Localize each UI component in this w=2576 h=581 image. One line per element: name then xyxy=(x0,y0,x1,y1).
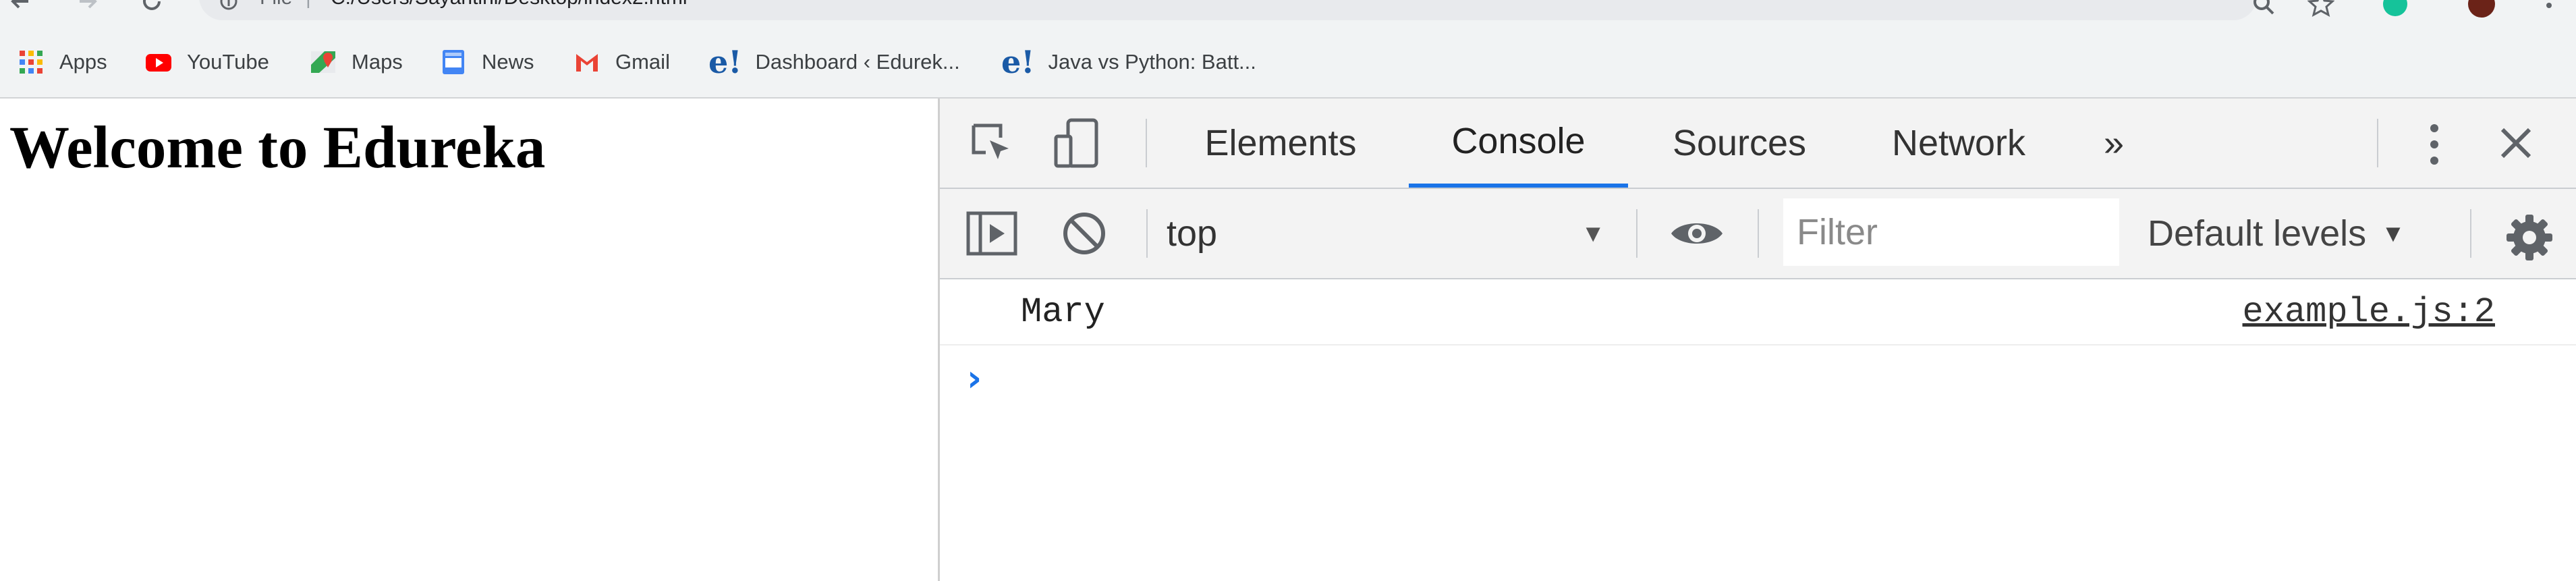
page-heading: Welcome to Edureka xyxy=(9,115,546,181)
maps-icon xyxy=(311,51,335,73)
edureka-icon: e! xyxy=(1001,44,1035,80)
tab-elements[interactable]: Elements xyxy=(1169,99,1392,188)
bookmark-edureka-dashboard[interactable]: e! Dashboard ‹ Edurek... xyxy=(708,27,960,97)
device-toolbar-icon[interactable] xyxy=(1053,117,1100,169)
edureka-icon: e! xyxy=(708,44,742,80)
omnibox[interactable]: File | C:/Users/Sayantini/Desktop/index2… xyxy=(199,0,2257,20)
sidebar-toggle-icon[interactable] xyxy=(965,211,1018,256)
forward-arrow-icon[interactable] xyxy=(74,0,101,15)
console-input[interactable] xyxy=(1007,352,2528,405)
execution-context-select[interactable]: top ▼ xyxy=(1167,189,1619,278)
prompt-chevron-icon: › xyxy=(967,356,982,399)
devtools-panel: Elements Console Sources Network » top ▼ xyxy=(940,99,2576,581)
log-levels-label: Default levels xyxy=(2148,213,2367,254)
url-separator: | xyxy=(306,0,311,9)
bookmark-java-vs-python[interactable]: e! Java vs Python: Batt... xyxy=(1001,27,1256,97)
toolbar-divider xyxy=(1758,209,1759,258)
url-text[interactable]: C:/Users/Sayantini/Desktop/index2.html xyxy=(331,0,688,9)
grammarly-icon[interactable] xyxy=(2382,0,2409,18)
tab-network[interactable]: Network xyxy=(1857,99,2060,188)
tab-console[interactable]: Console xyxy=(1409,99,1628,188)
live-expression-eye-icon[interactable] xyxy=(1669,216,1725,251)
toolbar-divider xyxy=(1636,209,1637,258)
news-icon xyxy=(443,50,464,74)
devtools-menu-icon[interactable] xyxy=(2424,123,2444,166)
console-settings-gear-icon[interactable] xyxy=(2505,213,2554,262)
address-bar-row: File | C:/Users/Sayantini/Desktop/index2… xyxy=(0,0,2576,27)
bookmarks-bar: Apps YouTube Maps News Gmail e! Dashboar… xyxy=(0,27,2576,99)
bookmark-gmail[interactable]: Gmail xyxy=(573,27,670,97)
more-tabs-button[interactable]: » xyxy=(2090,99,2137,188)
bookmark-news[interactable]: News xyxy=(440,27,534,97)
back-arrow-icon[interactable] xyxy=(7,0,34,15)
bookmark-label: Maps xyxy=(352,50,403,74)
console-message-source-link[interactable]: example.js:2 xyxy=(2243,279,2495,344)
bookmark-youtube[interactable]: YouTube xyxy=(145,27,269,97)
kebab-menu-icon[interactable] xyxy=(2536,0,2563,18)
bookmark-label: Apps xyxy=(59,50,107,74)
bookmark-label: News xyxy=(482,50,534,74)
toolbar-divider xyxy=(1146,119,1147,167)
bookmark-label: Dashboard ‹ Edurek... xyxy=(755,50,960,74)
apps-grid-icon xyxy=(20,51,43,74)
console-toolbar: top ▼ Default levels ▼ xyxy=(940,189,2576,279)
gmail-icon xyxy=(576,54,598,72)
profile-avatar[interactable] xyxy=(2468,0,2495,18)
bookmark-apps[interactable]: Apps xyxy=(18,27,107,97)
dropdown-arrow-icon: ▼ xyxy=(1581,219,1605,247)
toolbar-divider xyxy=(2470,209,2471,258)
tab-sources[interactable]: Sources xyxy=(1645,99,1834,188)
dropdown-arrow-icon: ▼ xyxy=(2381,219,2405,247)
console-message-row: Mary example.js:2 xyxy=(940,279,2576,345)
devtools-tab-bar: Elements Console Sources Network » xyxy=(940,99,2576,189)
bookmark-label: Gmail xyxy=(615,50,670,74)
page-viewport: Welcome to Edureka xyxy=(0,99,938,581)
toolbar-divider xyxy=(1146,209,1148,258)
close-icon[interactable] xyxy=(2498,126,2533,161)
toolbar-divider xyxy=(2377,119,2378,167)
youtube-icon xyxy=(146,54,171,72)
clear-console-icon[interactable] xyxy=(1061,211,1107,256)
bookmark-maps[interactable]: Maps xyxy=(310,27,403,97)
url-scheme-label: File xyxy=(260,0,292,9)
reload-icon[interactable] xyxy=(138,0,165,15)
inspect-element-icon[interactable] xyxy=(968,120,1015,167)
console-message-text: Mary xyxy=(1021,292,1105,332)
filter-input[interactable] xyxy=(1783,198,2119,266)
info-icon[interactable] xyxy=(219,0,238,11)
bookmark-label: YouTube xyxy=(187,50,269,74)
zoom-search-icon[interactable] xyxy=(2250,0,2277,18)
bookmark-label: Java vs Python: Batt... xyxy=(1048,50,1256,74)
log-levels-dropdown[interactable]: Default levels ▼ xyxy=(2148,189,2405,278)
bookmark-star-icon[interactable] xyxy=(2307,0,2334,18)
console-prompt-row: › xyxy=(940,345,2576,410)
context-value: top xyxy=(1167,213,1218,254)
